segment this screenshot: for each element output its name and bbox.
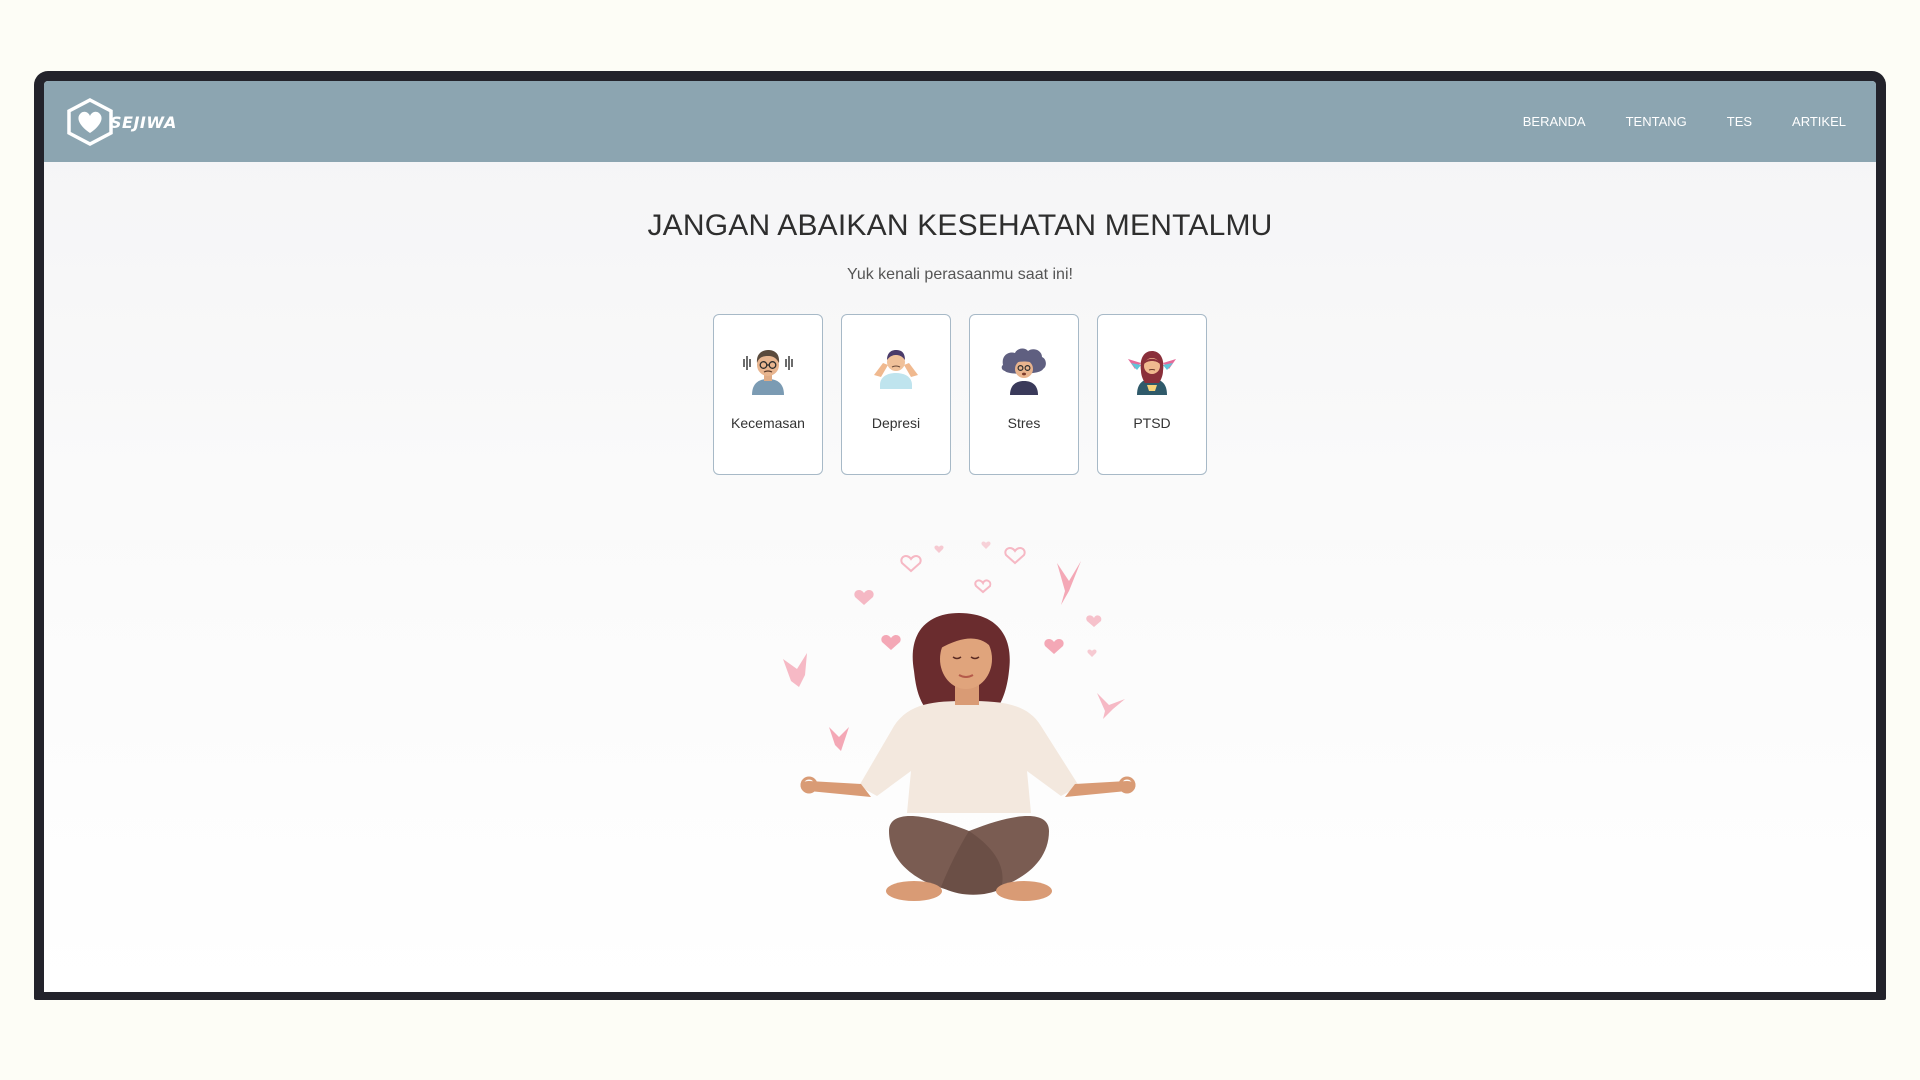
stressed-person-icon [1001,348,1046,395]
test-card-ptsd[interactable]: PTSD [1097,314,1207,475]
test-card-label: Kecemasan [731,415,805,431]
nav-links: BERANDA TENTANG TES ARTIKEL [1483,81,1846,162]
nav-item-beranda[interactable]: BERANDA [1523,114,1586,129]
ptsd-person-icon [1128,351,1176,395]
depressed-person-icon [874,350,918,389]
test-card-label: PTSD [1133,415,1171,431]
logo-text: SEJIWA [110,112,177,132]
test-card-label: Stres [1007,415,1041,431]
nav-item-tentang[interactable]: TENTANG [1626,114,1687,129]
monitor-frame: SEJIWA BERANDA TENTANG TES ARTIKEL JANGA… [34,71,1886,1000]
outline-hearts-decoration [900,547,1026,594]
nav-item-artikel[interactable]: ARTIKEL [1792,114,1846,129]
heart-hexagon-logo-icon [67,98,113,146]
test-cards: Kecemasan Depresi Stres PTSD [44,314,1876,475]
logo[interactable]: SEJIWA [64,97,177,147]
hero-title: JANGAN ABAIKAN KESEHATAN MENTALMU [647,209,1273,242]
test-card-stres[interactable]: Stres [969,314,1079,475]
navbar: SEJIWA BERANDA TENTANG TES ARTIKEL [44,81,1876,162]
meditating-woman-illustration [783,541,1136,901]
test-card-label: Depresi [871,415,921,431]
anxious-person-icon [743,350,793,395]
browser-screen: SEJIWA BERANDA TENTANG TES ARTIKEL JANGA… [44,81,1876,992]
hero-subtitle: Yuk kenali perasaanmu saat ini! [847,266,1073,283]
test-card-depresi[interactable]: Depresi [841,314,951,475]
nav-item-tes[interactable]: TES [1727,114,1752,129]
test-card-kecemasan[interactable]: Kecemasan [713,314,823,475]
